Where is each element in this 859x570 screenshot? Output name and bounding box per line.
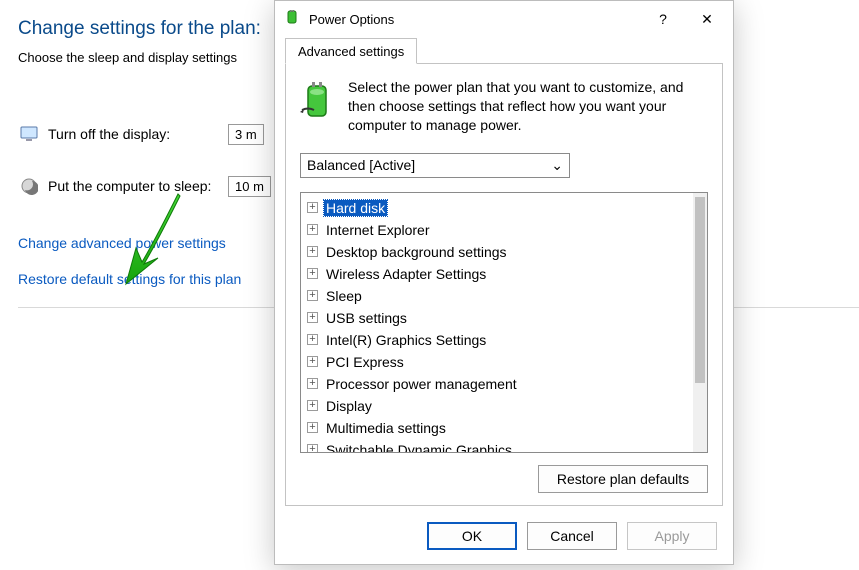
tree-item-label: PCI Express xyxy=(324,354,406,370)
tree-item[interactable]: + Display xyxy=(307,395,689,417)
titlebar: Power Options ? ✕ xyxy=(275,1,733,37)
sleep-timeout-select[interactable]: 10 m xyxy=(228,176,271,197)
tree-item-label: Sleep xyxy=(324,288,364,304)
tab-panel: Select the power plan that you want to c… xyxy=(285,63,723,506)
tree-item[interactable]: + Wireless Adapter Settings xyxy=(307,263,689,285)
tabstrip: Advanced settings xyxy=(275,37,733,63)
power-options-icon xyxy=(285,10,301,29)
chevron-down-icon: ⌄ xyxy=(551,157,563,174)
expand-icon[interactable]: + xyxy=(307,356,318,367)
expand-icon[interactable]: + xyxy=(307,400,318,411)
tree-item[interactable]: + USB settings xyxy=(307,307,689,329)
expand-icon[interactable]: + xyxy=(307,202,318,213)
expand-icon[interactable]: + xyxy=(307,268,318,279)
close-button[interactable]: ✕ xyxy=(685,3,729,35)
restore-plan-defaults-button[interactable]: Restore plan defaults xyxy=(538,465,708,493)
expand-icon[interactable]: + xyxy=(307,224,318,235)
display-timeout-select[interactable]: 3 m xyxy=(228,124,264,145)
tree-item-label: Multimedia settings xyxy=(324,420,448,436)
settings-tree[interactable]: + Hard disk + Internet Explorer + Desktop bac… xyxy=(301,193,693,452)
tree-item[interactable]: + Processor power management xyxy=(307,373,689,395)
battery-icon xyxy=(300,80,334,135)
settings-tree-container: + Hard disk + Internet Explorer + Desktop bac… xyxy=(300,192,708,453)
expand-icon[interactable]: + xyxy=(307,290,318,301)
monitor-icon xyxy=(18,123,40,145)
dialog-footer: OK Cancel Apply xyxy=(275,514,733,564)
scrollbar-thumb[interactable] xyxy=(695,197,705,384)
dialog-title: Power Options xyxy=(307,12,641,27)
tree-item-label: Hard disk xyxy=(324,200,387,216)
tree-item-label: Processor power management xyxy=(324,376,519,392)
tree-item[interactable]: + Switchable Dynamic Graphics xyxy=(307,439,689,452)
tab-advanced-settings[interactable]: Advanced settings xyxy=(285,38,417,64)
sleep-label: Put the computer to sleep: xyxy=(48,178,228,194)
tree-item[interactable]: + Desktop background settings xyxy=(307,241,689,263)
power-plan-value: Balanced [Active] xyxy=(307,157,415,173)
tree-item[interactable]: + Multimedia settings xyxy=(307,417,689,439)
tree-item-label: USB settings xyxy=(324,310,409,326)
ok-button[interactable]: OK xyxy=(427,522,517,550)
tree-item[interactable]: + Hard disk xyxy=(307,197,689,219)
tree-scrollbar[interactable] xyxy=(693,193,707,452)
intro-text: Select the power plan that you want to c… xyxy=(348,78,708,135)
tree-item-label: Desktop background settings xyxy=(324,244,509,260)
tree-item[interactable]: + Sleep xyxy=(307,285,689,307)
intro-row: Select the power plan that you want to c… xyxy=(300,78,708,135)
expand-icon[interactable]: + xyxy=(307,246,318,257)
apply-button[interactable]: Apply xyxy=(627,522,717,550)
help-button[interactable]: ? xyxy=(641,3,685,35)
tree-item[interactable]: + Intel(R) Graphics Settings xyxy=(307,329,689,351)
expand-icon[interactable]: + xyxy=(307,422,318,433)
tree-item[interactable]: + PCI Express xyxy=(307,351,689,373)
power-plan-select[interactable]: Balanced [Active] ⌄ xyxy=(300,153,570,178)
tree-item[interactable]: + Internet Explorer xyxy=(307,219,689,241)
expand-icon[interactable]: + xyxy=(307,378,318,389)
tree-item-label: Wireless Adapter Settings xyxy=(324,266,488,282)
moon-icon xyxy=(18,175,40,197)
display-label: Turn off the display: xyxy=(48,126,228,142)
cancel-button[interactable]: Cancel xyxy=(527,522,617,550)
expand-icon[interactable]: + xyxy=(307,312,318,323)
expand-icon[interactable]: + xyxy=(307,444,318,452)
tree-item-label: Display xyxy=(324,398,374,414)
power-options-dialog: Power Options ? ✕ Advanced settings Sele… xyxy=(274,0,734,565)
tree-item-label: Internet Explorer xyxy=(324,222,432,238)
tree-item-label: Switchable Dynamic Graphics xyxy=(324,442,514,452)
expand-icon[interactable]: + xyxy=(307,334,318,345)
tree-item-label: Intel(R) Graphics Settings xyxy=(324,332,488,348)
